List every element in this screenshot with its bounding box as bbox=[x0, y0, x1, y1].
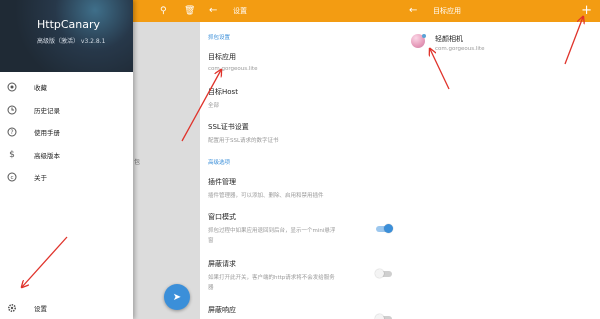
setting-summary: 全部 bbox=[208, 103, 220, 109]
block-request-toggle[interactable] bbox=[375, 269, 392, 278]
app-title: HttpCanary bbox=[37, 18, 101, 31]
app-avatar-icon bbox=[411, 34, 426, 48]
settings-gear-icon bbox=[7, 303, 17, 313]
search-icon[interactable]: ⚲ bbox=[160, 6, 167, 16]
paper-plane-icon: ➤ bbox=[172, 291, 182, 303]
setting-block-response[interactable]: 屏蔽响应 bbox=[208, 305, 394, 315]
back-arrow-icon[interactable]: ← bbox=[409, 5, 417, 16]
back-arrow-icon[interactable]: ← bbox=[209, 5, 217, 16]
menu-item-about[interactable]: c 关于 bbox=[0, 166, 133, 188]
target-app-screen: ← 目标应用 + 轻颜相机 com.gorgeous.lite bbox=[400, 0, 600, 319]
setting-title: 插件管理 bbox=[208, 178, 236, 186]
setting-title: 目标应用 bbox=[208, 53, 236, 61]
setting-target-host[interactable]: 目标Host 全部 bbox=[208, 87, 394, 109]
setting-title: 窗口模式 bbox=[208, 213, 236, 221]
settings-screen: ← 设置 抓包设置 目标应用 com.gorgeous.lite 目标Host … bbox=[200, 0, 400, 319]
menu-item-favorites[interactable]: 收藏 bbox=[0, 76, 133, 98]
app-package: com.gorgeous.lite bbox=[435, 46, 485, 52]
app-name: 轻颜相机 bbox=[435, 35, 463, 43]
section-header-advanced: 高级选项 bbox=[208, 160, 231, 166]
page-title: 目标应用 bbox=[433, 7, 461, 15]
menu-item-manual[interactable]: ? 使用手册 bbox=[0, 121, 133, 143]
toggle-knob bbox=[384, 224, 393, 233]
menu-item-premium[interactable]: $ 高级版本 bbox=[0, 144, 133, 166]
menu-label: 设置 bbox=[34, 305, 47, 313]
section-header-capture: 抓包设置 bbox=[208, 35, 231, 41]
capture-fab[interactable]: ➤ bbox=[164, 284, 190, 310]
setting-plugins[interactable]: 插件管理 插件管理器，可以添加、删除、启用和禁用插件 bbox=[208, 177, 394, 199]
setting-summary: 配置用于SSL请求的数字证书 bbox=[208, 138, 279, 144]
setting-summary-line2: 器 bbox=[208, 285, 214, 291]
page-title: 设置 bbox=[233, 7, 247, 15]
copyright-icon: c bbox=[7, 172, 17, 182]
menu-label: 关于 bbox=[34, 174, 47, 182]
setting-title: SSL证书设置 bbox=[208, 123, 249, 131]
toggle-knob bbox=[375, 314, 384, 319]
background-text: 包 bbox=[134, 159, 141, 166]
navigation-drawer: HttpCanary 高级版（激活） v3.2.8.1 收藏 历史记录 ? 使用… bbox=[0, 0, 133, 319]
setting-summary: 插件管理器，可以添加、删除、启用和禁用插件 bbox=[208, 193, 324, 199]
background-toolbar: ⚲ 🗑 bbox=[133, 0, 200, 22]
menu-item-history[interactable]: 历史记录 bbox=[0, 99, 133, 121]
add-icon[interactable]: + bbox=[581, 3, 592, 18]
setting-window-mode[interactable]: 窗口模式 抓包过程中如果应用退回到后台，显示一个mini悬浮 窗 bbox=[208, 212, 394, 244]
setting-title: 屏蔽响应 bbox=[208, 306, 236, 314]
menu-label: 历史记录 bbox=[34, 107, 60, 115]
menu-item-settings[interactable]: 设置 bbox=[0, 297, 133, 319]
drawer-screen: ⚲ 🗑 包 ➤ HttpCanary 高级版（激活） v3.2.8.1 收藏 历… bbox=[0, 0, 200, 319]
setting-summary: 如果打开此开关，客户端的http请求将不会发给服务 bbox=[208, 275, 335, 281]
badge-dot bbox=[422, 34, 426, 38]
setting-summary: com.gorgeous.lite bbox=[208, 66, 258, 72]
window-mode-toggle[interactable] bbox=[376, 224, 393, 233]
dollar-icon: $ bbox=[9, 150, 15, 160]
setting-ssl[interactable]: SSL证书设置 配置用于SSL请求的数字证书 bbox=[208, 122, 394, 144]
app-bar: ← 目标应用 + bbox=[400, 0, 600, 22]
app-version: 高级版（激活） v3.2.8.1 bbox=[37, 38, 106, 45]
menu-label: 高级版本 bbox=[34, 152, 60, 160]
setting-target-app[interactable]: 目标应用 com.gorgeous.lite bbox=[208, 52, 394, 72]
setting-summary-line2: 窗 bbox=[208, 238, 214, 244]
setting-summary: 抓包过程中如果应用退回到后台，显示一个mini悬浮 bbox=[208, 228, 336, 234]
help-icon: ? bbox=[7, 127, 17, 137]
app-bar: ← 设置 bbox=[200, 0, 400, 22]
svg-text:?: ? bbox=[10, 129, 13, 136]
delete-icon[interactable]: 🗑 bbox=[184, 6, 195, 16]
setting-block-request[interactable]: 屏蔽请求 如果打开此开关，客户端的http请求将不会发给服务 器 bbox=[208, 259, 394, 291]
history-icon bbox=[7, 105, 17, 115]
svg-text:c: c bbox=[10, 175, 13, 181]
gear-icon bbox=[7, 82, 17, 92]
menu-label: 收藏 bbox=[34, 84, 47, 92]
menu-label: 使用手册 bbox=[34, 129, 60, 137]
setting-title: 目标Host bbox=[208, 88, 238, 96]
toggle-knob bbox=[375, 269, 384, 278]
setting-title: 屏蔽请求 bbox=[208, 260, 236, 268]
drawer-header: HttpCanary 高级版（激活） v3.2.8.1 bbox=[0, 0, 133, 72]
